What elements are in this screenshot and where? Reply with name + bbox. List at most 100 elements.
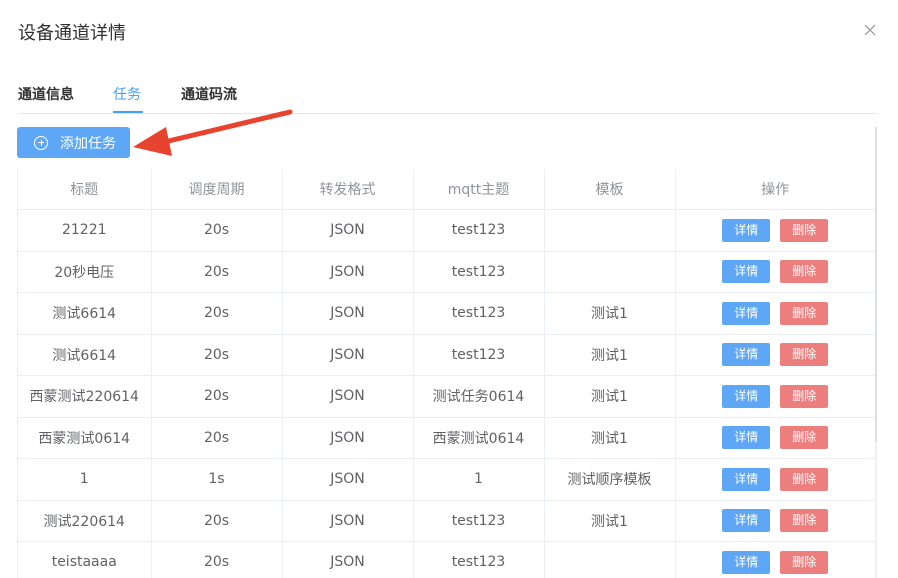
cell-period: 20s <box>151 209 283 252</box>
cell-actions: 详情 删除 <box>675 458 875 501</box>
table-row: 西蒙测试0614 20s JSON 西蒙测试0614 测试1 详情 删除 <box>18 417 875 459</box>
table-header-row: 标题 调度周期 转发格式 mqtt主题 模板 操作 <box>18 169 875 210</box>
cell-template: 测试顺序模板 <box>544 458 676 501</box>
cell-template: 测试1 <box>544 375 676 418</box>
delete-button[interactable]: 删除 <box>780 343 829 367</box>
cell-template <box>544 209 676 252</box>
cell-actions: 详情 删除 <box>675 292 875 335</box>
cell-topic: test123 <box>413 500 545 542</box>
cell-period: 20s <box>151 251 283 293</box>
cell-template <box>544 251 676 293</box>
cell-format: JSON <box>282 292 414 335</box>
tab-channel-stream[interactable]: 通道码流 <box>181 84 237 104</box>
cell-topic: test123 <box>413 251 545 293</box>
cell-actions: 详情 删除 <box>675 417 875 459</box>
cell-title: 21221 <box>18 209 152 252</box>
cell-topic: test123 <box>413 541 545 578</box>
column-header-title: 标题 <box>18 169 152 210</box>
cell-format: JSON <box>282 417 414 459</box>
cell-actions: 详情 删除 <box>675 251 875 293</box>
table-row: 21221 20s JSON test123 详情 删除 <box>18 209 875 252</box>
cell-topic: test123 <box>413 292 545 335</box>
close-icon[interactable] <box>862 22 878 38</box>
table-row: 测试6614 20s JSON test123 测试1 详情 删除 <box>18 334 875 376</box>
table-row: 测试6614 20s JSON test123 测试1 详情 删除 <box>18 292 875 335</box>
cell-period: 20s <box>151 292 283 335</box>
delete-button[interactable]: 删除 <box>780 550 829 574</box>
add-task-label: 添加任务 <box>60 135 116 152</box>
column-header-period: 调度周期 <box>151 169 283 210</box>
detail-button[interactable]: 详情 <box>722 343 771 367</box>
delete-button[interactable]: 删除 <box>780 260 829 284</box>
task-table: 标题 调度周期 转发格式 mqtt主题 模板 操作 21221 20s JSON te… <box>17 169 876 578</box>
table-body: 21221 20s JSON test123 详情 删除 20秒电压 20s JSON test1… <box>18 209 875 578</box>
cell-period: 20s <box>151 541 283 578</box>
table-row: teistaaaa 20s JSON test123 详情 删除 <box>18 541 875 578</box>
cell-title: 测试6614 <box>18 292 152 335</box>
cell-period: 1s <box>151 458 283 501</box>
detail-button[interactable]: 详情 <box>722 301 771 325</box>
detail-button[interactable]: 详情 <box>722 467 771 491</box>
detail-button[interactable]: 详情 <box>722 218 771 242</box>
annotation-arrow <box>133 109 293 156</box>
delete-button[interactable]: 删除 <box>780 509 829 533</box>
delete-button[interactable]: 删除 <box>780 384 829 408</box>
tab-tasks[interactable]: 任务 <box>113 84 141 104</box>
column-header-format: 转发格式 <box>282 169 414 210</box>
cell-actions: 详情 删除 <box>675 541 875 578</box>
table-row: 测试220614 20s JSON test123 测试1 详情 删除 <box>18 500 875 542</box>
cell-topic: 1 <box>413 458 545 501</box>
cell-topic: test123 <box>413 209 545 252</box>
cell-title: 1 <box>18 458 152 501</box>
add-task-button[interactable]: 添加任务 <box>17 127 130 158</box>
cell-period: 20s <box>151 375 283 418</box>
cell-format: JSON <box>282 209 414 252</box>
cell-title: 测试6614 <box>18 334 152 376</box>
column-header-topic: mqtt主题 <box>413 169 545 210</box>
cell-title: 西蒙测试220614 <box>18 375 152 418</box>
delete-button[interactable]: 删除 <box>780 426 829 450</box>
cell-actions: 详情 删除 <box>675 500 875 542</box>
detail-button[interactable]: 详情 <box>722 509 771 533</box>
detail-button[interactable]: 详情 <box>722 550 771 574</box>
cell-period: 20s <box>151 334 283 376</box>
cell-topic: 测试任务0614 <box>413 375 545 418</box>
cell-format: JSON <box>282 500 414 542</box>
cell-title: teistaaaa <box>18 541 152 578</box>
cell-title: 测试220614 <box>18 500 152 542</box>
delete-button[interactable]: 删除 <box>780 301 829 325</box>
cell-format: JSON <box>282 375 414 418</box>
cell-format: JSON <box>282 541 414 578</box>
delete-button[interactable]: 删除 <box>780 218 829 242</box>
tab-channel-info[interactable]: 通道信息 <box>18 84 74 104</box>
delete-button[interactable]: 删除 <box>780 467 829 491</box>
column-header-actions: 操作 <box>675 169 875 210</box>
detail-button[interactable]: 详情 <box>722 384 771 408</box>
cell-template: 测试1 <box>544 292 676 335</box>
table-row: 1 1s JSON 1 测试顺序模板 详情 删除 <box>18 458 875 501</box>
detail-button[interactable]: 详情 <box>722 260 771 284</box>
scrollbar-track[interactable] <box>875 442 877 578</box>
scrollbar-thumb[interactable] <box>875 127 877 442</box>
cell-period: 20s <box>151 417 283 459</box>
cell-actions: 详情 删除 <box>675 209 875 252</box>
table-row: 20秒电压 20s JSON test123 详情 删除 <box>18 251 875 293</box>
cell-template <box>544 541 676 578</box>
cell-template: 测试1 <box>544 334 676 376</box>
column-header-template: 模板 <box>544 169 676 210</box>
cell-actions: 详情 删除 <box>675 334 875 376</box>
cell-topic: test123 <box>413 334 545 376</box>
plus-circle-icon <box>34 135 48 150</box>
cell-format: JSON <box>282 334 414 376</box>
cell-period: 20s <box>151 500 283 542</box>
cell-topic: 西蒙测试0614 <box>413 417 545 459</box>
table-row: 西蒙测试220614 20s JSON 测试任务0614 测试1 详情 删除 <box>18 375 875 418</box>
cell-template: 测试1 <box>544 417 676 459</box>
cell-format: JSON <box>282 251 414 293</box>
cell-title: 20秒电压 <box>18 251 152 293</box>
cell-title: 西蒙测试0614 <box>18 417 152 459</box>
cell-format: JSON <box>282 458 414 501</box>
cell-template: 测试1 <box>544 500 676 542</box>
cell-actions: 详情 删除 <box>675 375 875 418</box>
detail-button[interactable]: 详情 <box>722 426 771 450</box>
